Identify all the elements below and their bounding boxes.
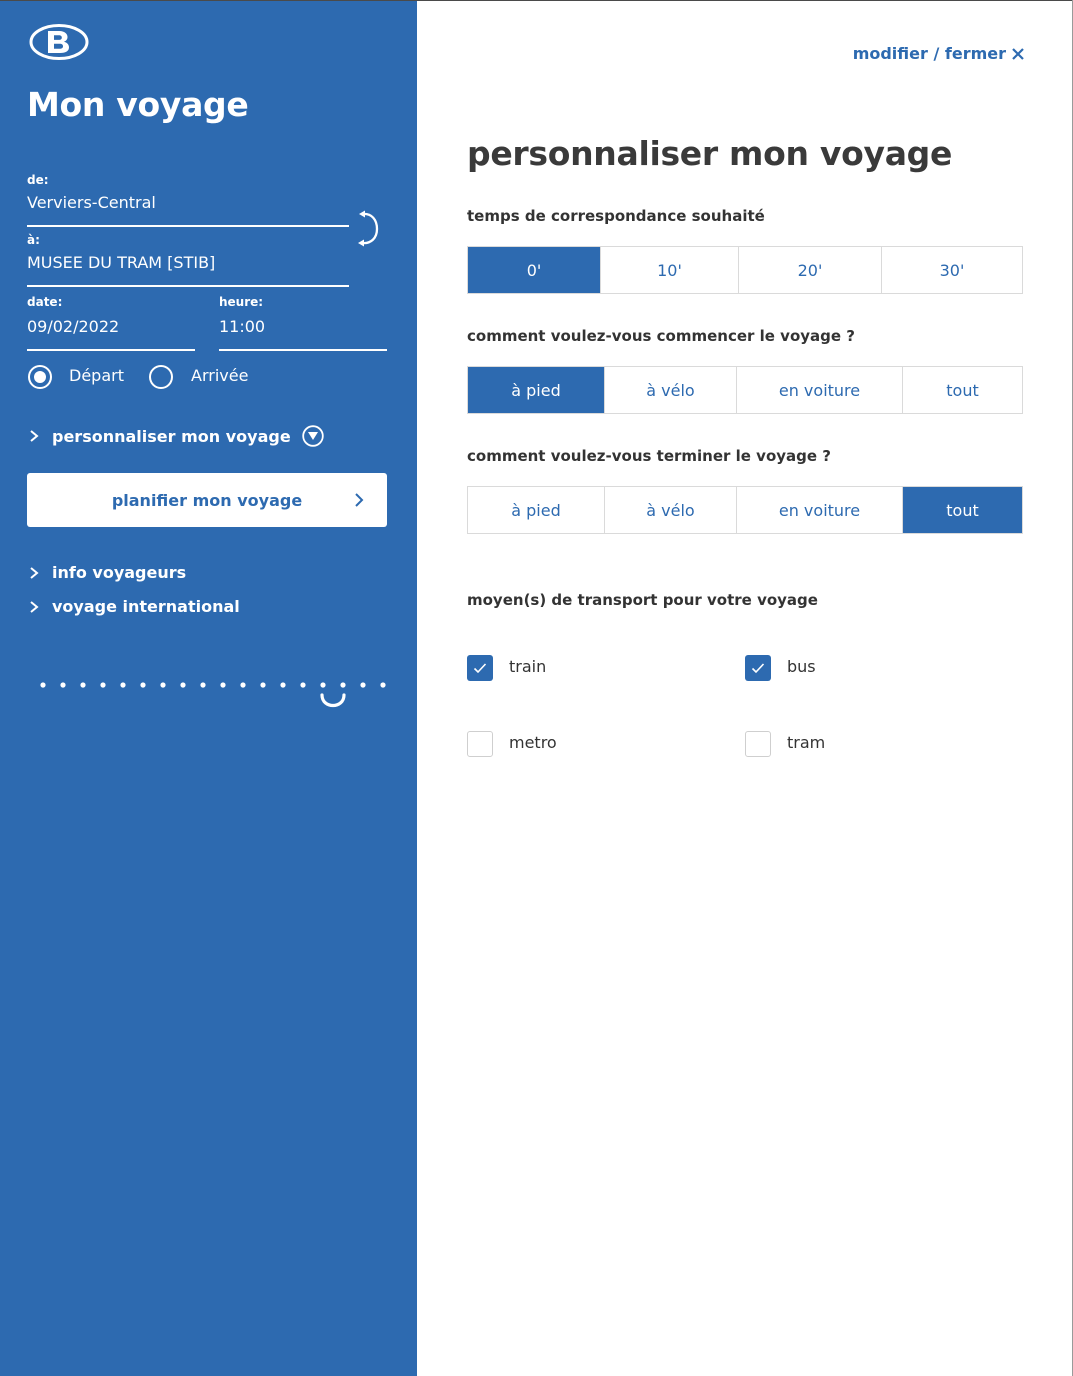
radio-selected-dot	[34, 371, 46, 383]
to-label: à:	[27, 233, 40, 247]
check-icon	[751, 663, 765, 674]
end-option-bike[interactable]: à vélo	[604, 487, 736, 533]
tram-checkbox-label[interactable]: tram	[787, 733, 825, 752]
bus-checkbox[interactable]	[745, 655, 771, 681]
chevron-right-icon	[30, 600, 39, 613]
time-underline	[219, 349, 387, 351]
end-mode-segmented-control: à pied à vélo en voiture tout	[467, 486, 1023, 534]
app-frame: Mon voyage de: Verviers-Central à: MUSEE…	[0, 0, 1073, 1376]
from-label: de:	[27, 173, 49, 187]
train-checkbox-label[interactable]: train	[509, 657, 546, 676]
info-travelers-link[interactable]: info voyageurs	[27, 563, 186, 582]
time-label: heure:	[219, 295, 264, 309]
swap-icon[interactable]	[352, 209, 384, 251]
customize-trip-label: personnaliser mon voyage	[52, 426, 291, 446]
to-underline	[27, 285, 349, 287]
date-field[interactable]: 09/02/2022	[27, 317, 119, 336]
main-title: personnaliser mon voyage	[467, 134, 953, 173]
customize-trip-link[interactable]: personnaliser mon voyage	[27, 425, 324, 447]
departure-radio[interactable]	[28, 365, 52, 389]
date-underline	[27, 349, 195, 351]
departure-radio-label[interactable]: Départ	[69, 366, 124, 385]
start-option-walk[interactable]: à pied	[468, 367, 604, 413]
end-option-all[interactable]: tout	[902, 487, 1022, 533]
modify-close-link[interactable]: modifier / fermer	[853, 44, 1025, 63]
sidebar: Mon voyage de: Verviers-Central à: MUSEE…	[0, 1, 417, 1376]
metro-checkbox[interactable]	[467, 731, 493, 757]
close-icon	[1012, 47, 1024, 60]
international-travel-label: voyage international	[52, 597, 240, 616]
bus-checkbox-label[interactable]: bus	[787, 657, 816, 676]
plan-trip-button[interactable]: planifier mon voyage	[27, 473, 387, 527]
sncb-logo[interactable]	[29, 23, 89, 61]
transfer-option-10[interactable]: 10'	[600, 247, 738, 293]
chevron-right-icon	[30, 566, 39, 579]
sidebar-title: Mon voyage	[27, 85, 249, 124]
transfer-option-0[interactable]: 0'	[468, 247, 600, 293]
start-option-all[interactable]: tout	[902, 367, 1022, 413]
time-field[interactable]: 11:00	[219, 317, 265, 336]
dotted-smile-decoration	[40, 682, 386, 708]
train-checkbox[interactable]	[467, 655, 493, 681]
arrival-radio-label[interactable]: Arrivée	[191, 366, 248, 385]
transfer-time-question: temps de correspondance souhaité	[467, 207, 765, 225]
transfer-option-20[interactable]: 20'	[738, 247, 881, 293]
info-travelers-label: info voyageurs	[52, 563, 187, 582]
transfer-time-segmented-control: 0' 10' 20' 30'	[467, 246, 1023, 294]
metro-checkbox-label[interactable]: metro	[509, 733, 557, 752]
end-mode-question: comment voulez-vous terminer le voyage ?	[467, 447, 831, 465]
start-option-car[interactable]: en voiture	[736, 367, 902, 413]
check-icon	[473, 663, 487, 674]
end-option-car[interactable]: en voiture	[736, 487, 902, 533]
start-mode-segmented-control: à pied à vélo en voiture tout	[467, 366, 1023, 414]
chevron-right-icon	[355, 493, 364, 507]
transport-modes-question: moyen(s) de transport pour votre voyage	[467, 591, 818, 609]
start-option-bike[interactable]: à vélo	[604, 367, 736, 413]
filter-icon	[301, 425, 324, 447]
date-label: date:	[27, 295, 63, 309]
from-field[interactable]: Verviers-Central	[27, 193, 156, 212]
from-underline	[27, 225, 349, 227]
tram-checkbox[interactable]	[745, 731, 771, 757]
to-field[interactable]: MUSEE DU TRAM [STIB]	[27, 253, 215, 272]
start-mode-question: comment voulez-vous commencer le voyage …	[467, 327, 855, 345]
plan-trip-label: planifier mon voyage	[111, 490, 303, 510]
modify-close-label: modifier / fermer	[852, 44, 1006, 63]
chevron-right-icon	[30, 430, 39, 442]
end-option-walk[interactable]: à pied	[468, 487, 604, 533]
arrival-radio[interactable]	[149, 365, 173, 389]
transfer-option-30[interactable]: 30'	[881, 247, 1022, 293]
international-travel-link[interactable]: voyage international	[27, 597, 240, 616]
